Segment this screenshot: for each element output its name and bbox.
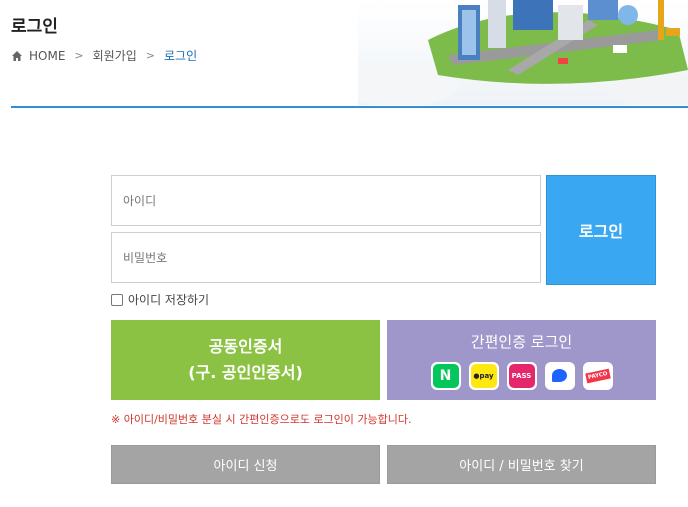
password-input[interactable] [123, 233, 540, 282]
cert-line1: 공동인증서 [208, 337, 283, 357]
pass-icon[interactable]: PASS [506, 361, 537, 390]
breadcrumb-current[interactable]: 로그인 [164, 47, 197, 64]
find-id-password-button[interactable]: 아이디 / 비밀번호 찾기 [387, 445, 656, 484]
save-id-checkbox[interactable] [111, 293, 123, 306]
apply-id-button[interactable]: 아이디 신청 [111, 445, 380, 484]
easy-auth-icons: N ●pay PASS PAYCO [430, 361, 613, 390]
id-field[interactable] [111, 175, 541, 226]
chevron-right-icon: > [145, 49, 156, 62]
easy-auth-login-button[interactable]: 간편인증 로그인 N ●pay PASS PAYCO [387, 320, 656, 400]
login-button[interactable]: 로그인 [546, 175, 656, 285]
home-icon[interactable] [11, 50, 23, 62]
breadcrumb-home[interactable]: HOME [29, 49, 65, 63]
breadcrumb: HOME > 회원가입 > 로그인 [11, 47, 197, 64]
toss-icon[interactable] [544, 361, 575, 390]
password-field[interactable] [111, 232, 541, 283]
page-header: 로그인 HOME > 회원가입 > 로그인 [0, 0, 688, 110]
kakaopay-icon[interactable]: ●pay [468, 361, 499, 390]
page-title: 로그인 [11, 17, 58, 37]
payco-icon[interactable]: PAYCO [582, 361, 613, 390]
cert-line2: (구. 공인인증서) [188, 363, 303, 382]
save-id-option[interactable]: 아이디 저장하기 [111, 291, 209, 308]
save-id-label: 아이디 저장하기 [128, 293, 210, 307]
id-input[interactable] [123, 176, 540, 225]
header-divider [11, 106, 688, 108]
login-notice: ※ 아이디/비밀번호 분실 시 간편인증으로도 로그인이 가능합니다. [111, 413, 412, 426]
city-illustration [358, 0, 688, 105]
chevron-right-icon: > [74, 49, 84, 62]
naver-icon[interactable]: N [430, 361, 461, 390]
easy-auth-title: 간편인증 로그인 [470, 332, 573, 351]
breadcrumb-signup[interactable]: 회원가입 [93, 47, 137, 64]
joint-certificate-button[interactable]: 공동인증서 (구. 공인인증서) [111, 320, 380, 400]
